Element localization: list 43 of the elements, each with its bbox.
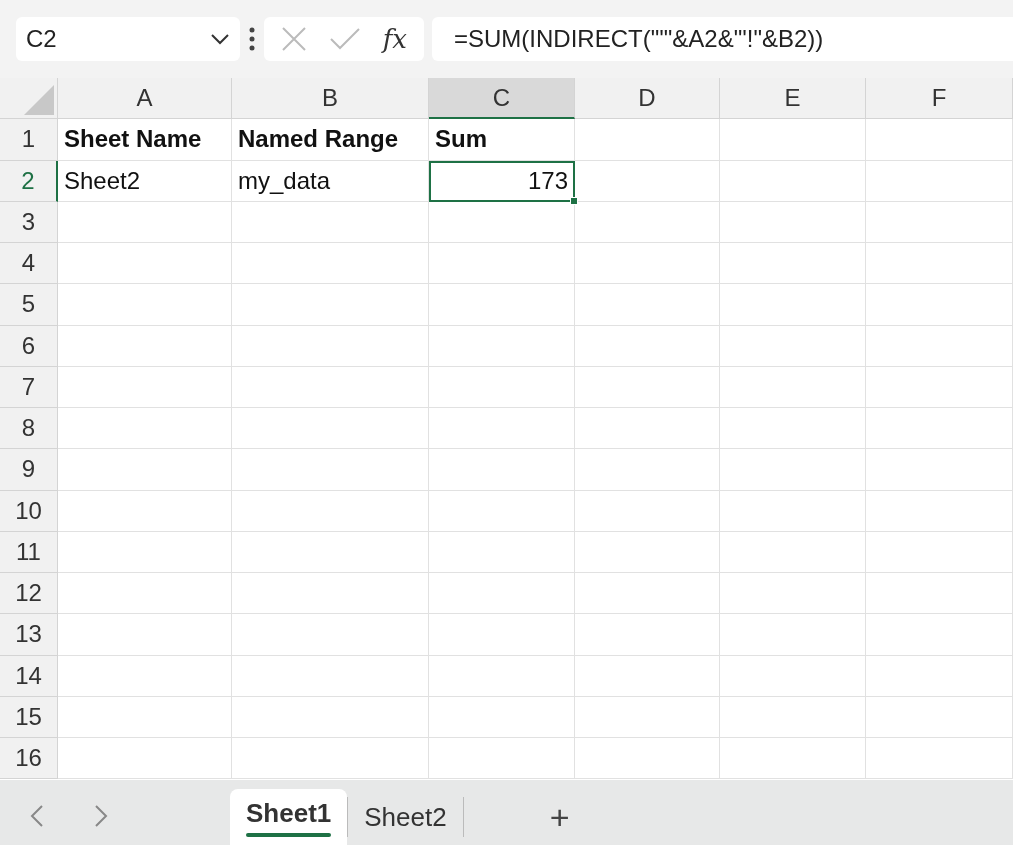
row-header[interactable]: 3 xyxy=(0,201,58,243)
column-header[interactable]: C xyxy=(429,78,575,120)
row-header[interactable]: 13 xyxy=(0,614,58,656)
formula-field[interactable]: =SUM(INDIRECT("'"&A2&"'!"&B2)) xyxy=(432,17,1013,61)
row-header[interactable]: 1 xyxy=(0,119,58,161)
sheet-tab[interactable]: Sheet2 xyxy=(348,789,463,845)
row-header[interactable]: 4 xyxy=(0,243,58,285)
add-sheet-button[interactable]: + xyxy=(543,789,576,845)
table-cell: my_data xyxy=(232,160,429,202)
previous-icon[interactable] xyxy=(30,804,44,828)
row-header[interactable]: 11 xyxy=(0,531,58,573)
row-header[interactable]: 12 xyxy=(0,573,58,615)
row-header[interactable]: 8 xyxy=(0,408,58,450)
chevron-down-icon xyxy=(210,33,230,45)
table-cell: Sheet Name xyxy=(58,119,232,161)
table-cell: Named Range xyxy=(232,119,429,161)
next-icon[interactable] xyxy=(94,804,108,828)
name-box[interactable]: C2 xyxy=(16,17,240,61)
row-header[interactable]: 5 xyxy=(0,284,58,326)
column-header[interactable]: D xyxy=(575,78,720,120)
cancel-icon[interactable] xyxy=(280,26,307,52)
fill-handle[interactable] xyxy=(570,196,578,205)
select-all-corner[interactable] xyxy=(0,78,58,120)
insert-function-button[interactable]: fx xyxy=(382,24,407,54)
column-header[interactable]: B xyxy=(232,78,429,120)
column-header[interactable]: F xyxy=(866,78,1013,120)
check-icon[interactable] xyxy=(328,27,361,51)
row-header[interactable]: 10 xyxy=(0,490,58,532)
row-header[interactable]: 7 xyxy=(0,366,58,408)
row-header[interactable]: 16 xyxy=(0,738,58,780)
column-header[interactable]: E xyxy=(720,78,866,120)
row-header[interactable]: 9 xyxy=(0,449,58,491)
row-header[interactable]: 6 xyxy=(0,325,58,367)
table-cell: 173 xyxy=(429,160,575,202)
row-header[interactable]: 15 xyxy=(0,696,58,738)
column-header[interactable]: A xyxy=(58,78,232,120)
dots-icon xyxy=(248,26,256,52)
table-cell: Sheet2 xyxy=(58,160,232,202)
row-header[interactable]: 2 xyxy=(0,160,58,202)
table-cell: Sum xyxy=(429,119,575,161)
corner-triangle-icon xyxy=(24,85,54,116)
sheet-tab[interactable]: Sheet1 xyxy=(230,789,348,845)
row-header[interactable]: 14 xyxy=(0,655,58,697)
